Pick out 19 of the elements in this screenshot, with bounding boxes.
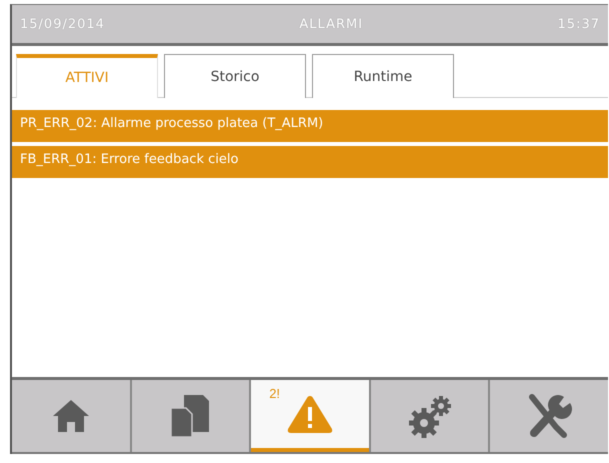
tools-icon	[526, 393, 572, 439]
documents-icon	[170, 394, 210, 438]
documents-nav-button[interactable]	[132, 380, 250, 452]
screen-title: ALLARMI	[299, 16, 364, 32]
alarm-nav-button[interactable]: 2!	[251, 380, 369, 452]
date-text: 15/09/2014	[20, 16, 105, 32]
tools-nav-button[interactable]	[490, 380, 608, 452]
warning-icon	[286, 394, 334, 434]
home-icon	[52, 399, 90, 433]
alarm-row[interactable]: PR_ERR_02: Allarme processo platea (T_ALRM)	[12, 110, 608, 142]
tab[interactable]: ATTIVI	[16, 54, 158, 98]
alarm-row[interactable]: FB_ERR_01: Errore feedback cielo	[12, 146, 608, 178]
tab[interactable]: Runtime	[312, 54, 454, 98]
settings-nav-button[interactable]	[370, 380, 488, 452]
alarm-count-label: 2!	[269, 386, 280, 401]
home-nav-button[interactable]	[12, 380, 130, 452]
tab[interactable]: Storico	[164, 54, 306, 98]
time-text: 15:37	[558, 16, 600, 32]
gears-icon	[406, 394, 453, 438]
